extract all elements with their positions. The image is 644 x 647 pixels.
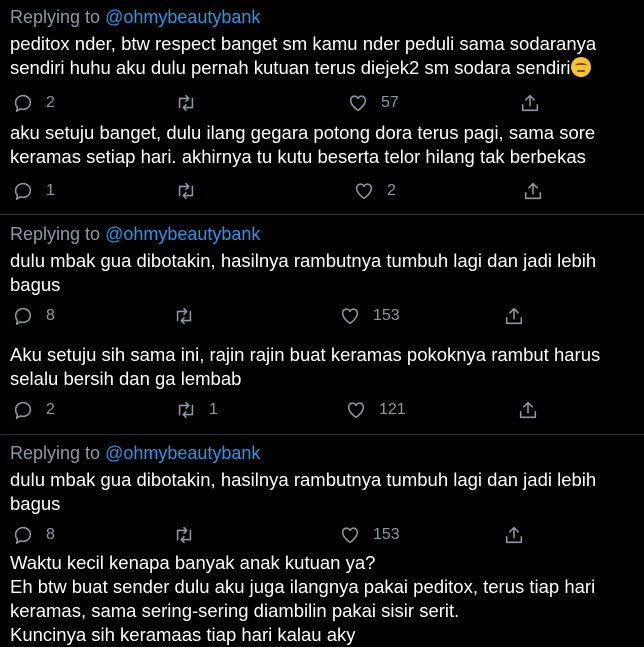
- tweet-text-line: Eh btw buat sender dulu aku juga ilangny…: [10, 576, 596, 597]
- replying-to-line: Replying to @ohmybeautybank: [10, 224, 260, 245]
- tweet-text: dulu mbak gua dibotakin, hasilnya rambut…: [10, 468, 636, 516]
- tweet-divider: [0, 434, 644, 435]
- retweet-button[interactable]: [173, 520, 195, 550]
- retweet-arrows-icon: [178, 182, 194, 200]
- reply-button[interactable]: 1: [12, 176, 55, 206]
- reply-count: 2: [46, 94, 55, 111]
- retweet-arrows-icon: [178, 401, 194, 419]
- reply-count: 8: [46, 307, 55, 324]
- like-count: 153: [373, 307, 400, 324]
- like-count: 2: [387, 182, 396, 199]
- replying-to-line: Replying to @ohmybeautybank: [10, 443, 260, 464]
- tweet-text: dulu mbak gua dibotakin, hasilnya rambut…: [10, 249, 636, 297]
- replying-to-handle[interactable]: @ohmybeautybank: [105, 7, 260, 27]
- replying-to-line: Replying to @ohmybeautybank: [10, 7, 260, 28]
- tweet-actions: 2 1 121: [0, 395, 644, 425]
- reply-button[interactable]: 2: [12, 395, 55, 425]
- like-count: 121: [379, 401, 406, 418]
- share-upload-icon: [505, 307, 523, 325]
- heart-icon: [347, 402, 365, 419]
- like-button[interactable]: 57: [347, 88, 399, 118]
- share-upload-icon: [521, 94, 539, 112]
- share-button[interactable]: [503, 301, 525, 331]
- pensive-face-emoji-icon: [571, 57, 592, 77]
- tweet-divider: [0, 214, 644, 215]
- reply-count: 8: [46, 526, 55, 543]
- tweet-text: Waktu kecil kenapa banyak anak kutuan ya…: [10, 551, 636, 647]
- tweet-text-line: selalu bersih dan ga lembab: [10, 368, 242, 389]
- reply-bubble-icon: [14, 401, 32, 420]
- tweet-text-line: Aku setuju sih sama ini, rajin rajin bua…: [10, 344, 601, 365]
- heart-icon: [349, 95, 367, 112]
- reply-bubble-icon: [14, 182, 32, 201]
- tweet-actions: 1 2: [0, 176, 644, 206]
- like-button[interactable]: 153: [339, 520, 400, 550]
- retweet-button[interactable]: [175, 176, 197, 206]
- like-count: 153: [373, 526, 400, 543]
- heart-icon: [341, 308, 359, 325]
- retweet-button[interactable]: 1: [175, 395, 218, 425]
- retweet-button[interactable]: [173, 301, 195, 331]
- replying-to-handle[interactable]: @ohmybeautybank: [105, 443, 260, 463]
- tweet-text-line: bagus: [10, 274, 61, 295]
- tweet-text-line: Kuncinya sih keramaas tiap hari kalau ak…: [10, 624, 356, 645]
- heart-icon: [341, 527, 359, 544]
- share-button[interactable]: [522, 176, 544, 206]
- share-button[interactable]: [503, 520, 525, 550]
- reply-button[interactable]: 8: [12, 520, 55, 550]
- like-count: 57: [381, 94, 399, 111]
- tweet-text-line: keramas setiap hari. akhirnya tu kutu be…: [10, 146, 586, 167]
- tweet-actions: 2 57: [0, 88, 644, 118]
- share-button[interactable]: [519, 88, 541, 118]
- like-button[interactable]: 121: [345, 395, 406, 425]
- retweet-button[interactable]: [175, 88, 197, 118]
- tweet-text-line: Waktu kecil kenapa banyak anak kutuan ya…: [10, 552, 376, 573]
- retweet-arrows-icon: [176, 307, 192, 325]
- replying-to-handle[interactable]: @ohmybeautybank: [105, 224, 260, 244]
- tweet-text: peditox nder, btw respect banget sm kamu…: [10, 32, 636, 80]
- reply-bubble-icon: [14, 94, 32, 113]
- tweet-text-line: bagus: [10, 493, 61, 514]
- tweet-text-line: aku setuju banget, dulu ilang gegara pot…: [10, 122, 596, 143]
- share-upload-icon: [524, 182, 542, 200]
- tweet-text-line: peditox nder, btw respect banget sm kamu…: [10, 33, 597, 54]
- retweet-count: 1: [209, 401, 218, 418]
- replying-to-label: Replying to: [10, 224, 106, 244]
- tweet-text: aku setuju banget, dulu ilang gegara pot…: [10, 121, 636, 169]
- reply-button[interactable]: 2: [12, 88, 55, 118]
- replying-to-label: Replying to: [10, 443, 106, 463]
- tweet-text-line: keramas, sama sering-sering diambilin pa…: [10, 600, 460, 621]
- reply-bubble-icon: [14, 526, 32, 545]
- like-button[interactable]: 2: [353, 176, 396, 206]
- reply-button[interactable]: 8: [12, 301, 55, 331]
- tweet-actions: 8 153: [0, 301, 644, 331]
- tweet-text-line: sendiri huhu aku dulu pernah kutuan teru…: [10, 57, 571, 78]
- like-button[interactable]: 153: [339, 301, 400, 331]
- tweet-text-line: dulu mbak gua dibotakin, hasilnya rambut…: [10, 469, 597, 490]
- tweet-text: Aku setuju sih sama ini, rajin rajin bua…: [10, 343, 636, 391]
- tweet-text-line: dulu mbak gua dibotakin, hasilnya rambut…: [10, 250, 597, 271]
- share-upload-icon: [505, 526, 523, 544]
- reply-count: 1: [46, 182, 55, 199]
- share-button[interactable]: [517, 395, 539, 425]
- retweet-arrows-icon: [176, 526, 192, 544]
- share-upload-icon: [519, 401, 537, 419]
- tweet-actions: 8 153: [0, 520, 644, 550]
- retweet-arrows-icon: [178, 94, 194, 112]
- heart-icon: [355, 183, 373, 200]
- reply-bubble-icon: [14, 307, 32, 326]
- reply-count: 2: [46, 401, 55, 418]
- replying-to-label: Replying to: [10, 7, 106, 27]
